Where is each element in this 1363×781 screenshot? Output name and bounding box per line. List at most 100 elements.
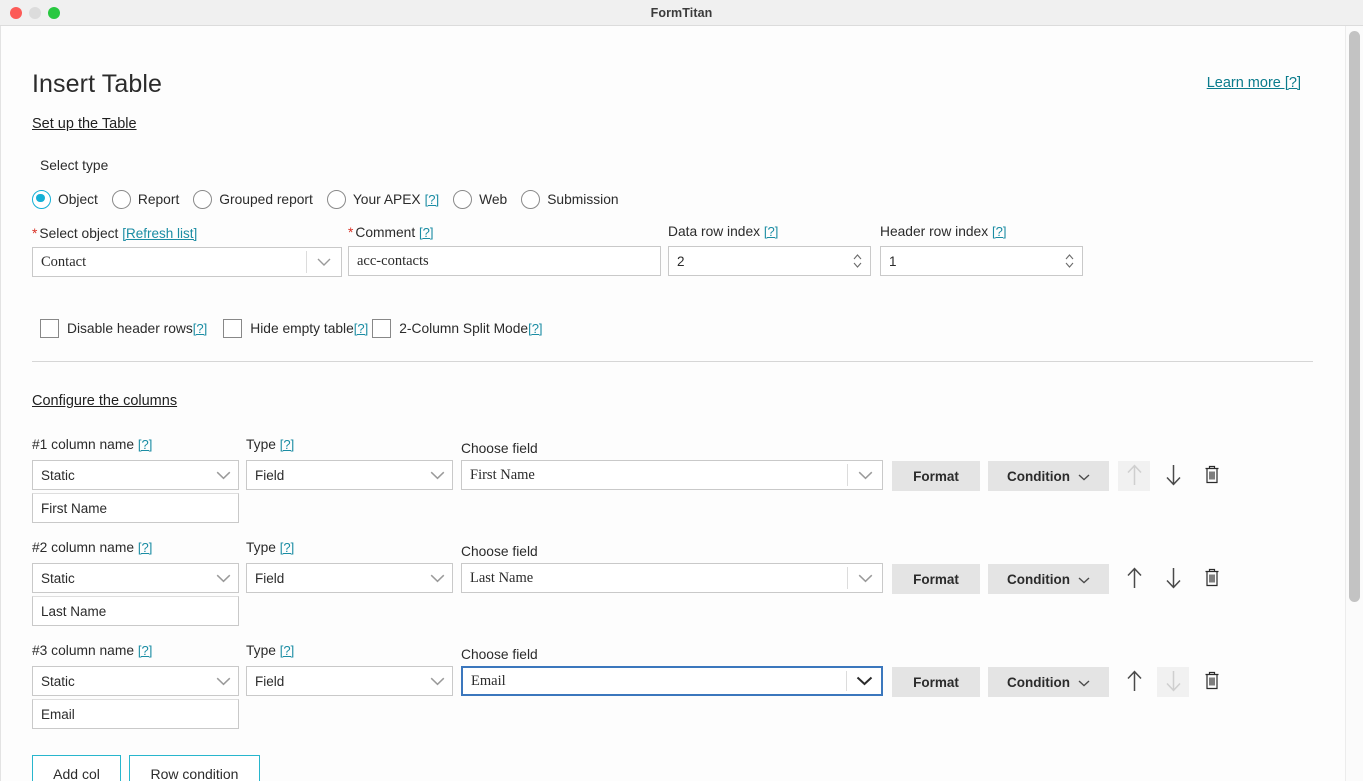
header-row-index-input[interactable]: 1 bbox=[880, 246, 1083, 276]
checkbox-disable-header-rows[interactable]: Disable header rows [?] bbox=[40, 318, 207, 338]
checkbox-icon[interactable] bbox=[223, 318, 243, 338]
header-row-index-help-icon[interactable]: [?] bbox=[992, 224, 1006, 239]
col2-name-type-dropdown[interactable]: Static bbox=[32, 563, 239, 593]
add-col-button[interactable]: Add col bbox=[32, 755, 121, 781]
col1-name-help-icon[interactable]: [?] bbox=[138, 437, 152, 452]
select-object-dropdown[interactable]: Contact bbox=[32, 247, 342, 277]
configure-the-columns-link[interactable]: Configure the columns bbox=[32, 393, 177, 409]
checkbox-label: 2-Column Split Mode bbox=[399, 320, 529, 336]
radio-option-label: Object bbox=[58, 191, 98, 207]
data-row-index-input[interactable]: 2 bbox=[668, 246, 871, 276]
col1-type-dropdown[interactable]: Field bbox=[246, 460, 453, 490]
col3-name-help-icon[interactable]: [?] bbox=[138, 643, 152, 658]
col3-condition-button[interactable]: Condition bbox=[988, 667, 1109, 697]
checkbox-2-column-split-mode[interactable]: 2-Column Split Mode [?] bbox=[372, 318, 543, 338]
chevron-down-icon[interactable] bbox=[208, 471, 238, 480]
radio-option-report[interactable]: Report bbox=[111, 189, 180, 209]
spinner-icon[interactable] bbox=[844, 247, 870, 275]
col3-choose-field-dropdown[interactable]: Email bbox=[461, 666, 883, 696]
col2-condition-button[interactable]: Condition bbox=[988, 564, 1109, 594]
radio-option-label: Web bbox=[479, 191, 508, 207]
radio-unselected-icon[interactable] bbox=[111, 189, 131, 209]
required-asterisk: * bbox=[348, 225, 354, 240]
col2-delete-button[interactable] bbox=[1196, 564, 1228, 594]
radio-option-object[interactable]: Object bbox=[32, 189, 98, 209]
radio-selected-icon[interactable] bbox=[32, 189, 51, 209]
col2-choose-field-value: Last Name bbox=[470, 569, 534, 586]
col1-move-down-button[interactable] bbox=[1157, 461, 1189, 491]
radio-unselected-icon[interactable] bbox=[326, 189, 346, 209]
chevron-down-icon[interactable] bbox=[848, 461, 882, 489]
checkbox-icon[interactable] bbox=[372, 318, 392, 338]
col3-name-type-dropdown[interactable]: Static bbox=[32, 666, 239, 696]
col1-move-up-button bbox=[1118, 461, 1150, 491]
select-object-value: Contact bbox=[41, 253, 87, 270]
radio-option-submission[interactable]: Submission bbox=[521, 189, 619, 209]
comment-input[interactable]: acc-contacts bbox=[348, 246, 661, 276]
chevron-down-icon bbox=[1078, 469, 1090, 484]
radio-option-your-apex[interactable]: Your APEX [?] bbox=[326, 189, 439, 209]
col2-name-input[interactable]: Last Name bbox=[32, 596, 239, 626]
minimize-button[interactable] bbox=[29, 7, 41, 19]
radio-unselected-icon[interactable] bbox=[453, 189, 473, 209]
col3-type-dropdown[interactable]: Field bbox=[246, 666, 453, 696]
chevron-down-icon[interactable] bbox=[422, 574, 452, 583]
your-apex-help-icon[interactable]: [?] bbox=[425, 192, 439, 207]
chevron-down-icon[interactable] bbox=[208, 677, 238, 686]
radio-option-label: Grouped report bbox=[219, 191, 313, 207]
comment-help-icon[interactable]: [?] bbox=[419, 225, 433, 240]
col1-format-button[interactable]: Format bbox=[892, 461, 980, 491]
col3-format-button[interactable]: Format bbox=[892, 667, 980, 697]
col1-choose-field-dropdown[interactable]: First Name bbox=[461, 460, 883, 490]
col1-name-input[interactable]: First Name bbox=[32, 493, 239, 523]
chevron-down-icon[interactable] bbox=[847, 668, 881, 694]
radio-unselected-icon[interactable] bbox=[521, 189, 541, 209]
col2-move-up-button[interactable] bbox=[1118, 564, 1150, 594]
spinner-icon[interactable] bbox=[1056, 247, 1082, 275]
scrollbar-thumb[interactable] bbox=[1349, 31, 1360, 602]
app-window: FormTitan Insert Table Learn more [?] Se… bbox=[0, 0, 1363, 781]
header-row-index-label: Header row index [?] bbox=[880, 224, 1007, 239]
col2-name-help-icon[interactable]: [?] bbox=[138, 540, 152, 555]
radio-option-label: Submission bbox=[547, 191, 619, 207]
checkbox-help-icon[interactable]: [?] bbox=[528, 321, 542, 336]
col3-type-help-icon[interactable]: [?] bbox=[280, 643, 294, 658]
chevron-down-icon[interactable] bbox=[208, 574, 238, 583]
col1-type-help-icon[interactable]: [?] bbox=[280, 437, 294, 452]
radio-option-label: Report bbox=[137, 191, 180, 207]
radio-unselected-icon[interactable] bbox=[193, 189, 213, 209]
checkbox-icon[interactable] bbox=[40, 318, 59, 338]
col1-choose-field-value: First Name bbox=[470, 466, 535, 483]
setup-the-table-link[interactable]: Set up the Table bbox=[32, 116, 137, 132]
col3-move-up-button[interactable] bbox=[1118, 667, 1150, 697]
learn-more-link[interactable]: Learn more [?] bbox=[1207, 75, 1301, 91]
col1-name-type-dropdown[interactable]: Static bbox=[32, 460, 239, 490]
chevron-down-icon[interactable] bbox=[848, 564, 882, 592]
data-row-index-help-icon[interactable]: [?] bbox=[764, 224, 778, 239]
radio-option-grouped-report[interactable]: Grouped report bbox=[193, 189, 313, 209]
checkbox-help-icon[interactable]: [?] bbox=[354, 321, 368, 336]
chevron-down-icon[interactable] bbox=[422, 471, 452, 480]
col2-format-button[interactable]: Format bbox=[892, 564, 980, 594]
close-button[interactable] bbox=[10, 7, 22, 19]
refresh-list-link[interactable]: [Refresh list] bbox=[122, 226, 197, 241]
vertical-scrollbar[interactable] bbox=[1345, 26, 1363, 781]
col1-name-value: First Name bbox=[41, 500, 108, 516]
col2-choose-field-dropdown[interactable]: Last Name bbox=[461, 563, 883, 593]
checkbox-help-icon[interactable]: [?] bbox=[193, 321, 207, 336]
checkbox-hide-empty-table[interactable]: Hide empty table [?] bbox=[223, 318, 368, 338]
col1-delete-button[interactable] bbox=[1196, 461, 1228, 491]
col1-condition-button[interactable]: Condition bbox=[988, 461, 1109, 491]
col2-type-dropdown[interactable]: Field bbox=[246, 563, 453, 593]
radio-option-web[interactable]: Web bbox=[453, 189, 508, 209]
chevron-down-icon[interactable] bbox=[307, 248, 341, 276]
col3-delete-button[interactable] bbox=[1196, 667, 1228, 697]
col3-name-input[interactable]: Email bbox=[32, 699, 239, 729]
maximize-button[interactable] bbox=[48, 7, 60, 19]
row-condition-button[interactable]: Row condition bbox=[129, 755, 260, 781]
col2-move-down-button[interactable] bbox=[1157, 564, 1189, 594]
chevron-down-icon bbox=[1078, 675, 1090, 690]
scroll-content: Insert Table Learn more [?] Set up the T… bbox=[1, 26, 1346, 781]
col2-type-help-icon[interactable]: [?] bbox=[280, 540, 294, 555]
chevron-down-icon[interactable] bbox=[422, 677, 452, 686]
